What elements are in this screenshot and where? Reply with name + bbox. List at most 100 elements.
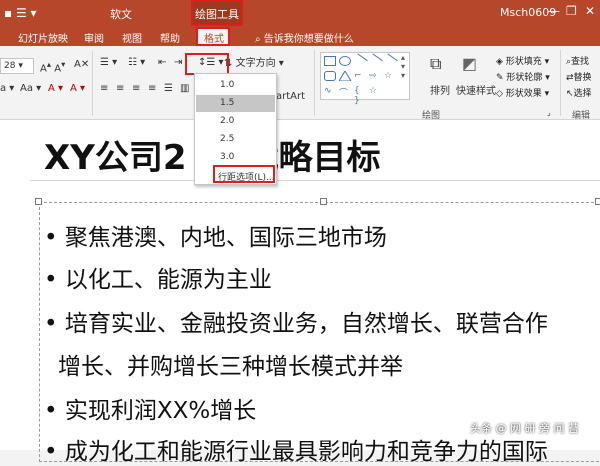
- resize-handle[interactable]: [595, 198, 600, 205]
- shape-outline-button[interactable]: ✎ 形状轮廓 ▾: [496, 70, 550, 83]
- shape-effects-label: 形状效果: [505, 89, 542, 99]
- ribbon-separator: [92, 50, 93, 116]
- arrow-shape-icon[interactable]: [382, 53, 398, 69]
- font-size-box[interactable]: 28 ▾: [0, 58, 34, 74]
- title-bar: ▪ ☰ ▾ 软文 绘图工具 Msch0609 — ❐ ✕: [0, 0, 600, 26]
- ribbon-separator: [560, 50, 561, 116]
- ribbon-tab-bar: 幻灯片放映 审阅 视图 帮助 格式 ⌕ 告诉我你想要做什么: [0, 26, 600, 46]
- font-size-value: 28: [4, 61, 16, 71]
- highlight-color-icon[interactable]: A ▾: [48, 83, 63, 94]
- bullet-text: 以化工、能源为主业: [64, 267, 272, 293]
- replace-label: 替换: [573, 73, 592, 83]
- line-spacing-option-selected[interactable]: 1.5: [196, 95, 275, 112]
- increase-font-icon[interactable]: A▴ A▾: [40, 59, 65, 74]
- line-spacing-option[interactable]: 2.0: [196, 113, 275, 130]
- line-spacing-option[interactable]: 2.5: [196, 131, 275, 148]
- arrange-button[interactable]: 排列: [430, 82, 450, 97]
- convert-smartart-button[interactable]: artArt: [276, 91, 305, 102]
- highlight-box-line-spacing: [185, 53, 229, 75]
- cursor-icon: ↖: [566, 89, 574, 99]
- quick-styles-button[interactable]: 快速样式: [456, 82, 496, 97]
- close-icon[interactable]: ✕: [585, 4, 595, 18]
- char-spacing-icon[interactable]: a ▾: [0, 83, 14, 94]
- tell-me-search[interactable]: ⌕ 告诉我你想要做什么: [255, 30, 354, 45]
- freeform-shape-icon[interactable]: ∿: [324, 86, 336, 96]
- text-direction-label: 文字方向: [235, 58, 276, 69]
- title-divider: [30, 180, 600, 181]
- ribbon: 28 ▾ A▴ A▾ A✕ a ▾ Aa ▾ A ▾ A ▾ ☰ ▾ ☷ ▾ ⇤…: [0, 46, 600, 121]
- star-shape-icon[interactable]: ☆: [384, 71, 396, 81]
- tab-view[interactable]: 视图: [122, 30, 142, 45]
- slide-title-left: XY公司2: [44, 138, 187, 178]
- align-right-icon[interactable]: ≡: [132, 83, 140, 94]
- rectangle-shape-icon[interactable]: [324, 56, 336, 66]
- line-spacing-option[interactable]: 3.0: [196, 149, 275, 166]
- find-button[interactable]: ⌕查找: [566, 54, 589, 67]
- bullet-text: 聚焦港澳、内地、国际三地市场: [64, 225, 387, 251]
- restore-icon[interactable]: ❐: [566, 4, 577, 18]
- tab-help[interactable]: 帮助: [160, 30, 180, 45]
- clear-format-icon[interactable]: A✕: [74, 59, 89, 70]
- resize-handle[interactable]: [320, 198, 327, 205]
- font-color-icon[interactable]: A ▾: [70, 83, 85, 94]
- find-label: 查找: [571, 57, 590, 67]
- watermark: 头条 @ 网 研 旁 问 苔: [470, 422, 579, 435]
- rounded-rect-shape-icon[interactable]: [324, 71, 336, 81]
- tab-slide-show[interactable]: 幻灯片放映: [18, 30, 68, 45]
- arrange-icon[interactable]: ⧉: [430, 54, 441, 74]
- replace-button[interactable]: ⇄替换: [566, 70, 592, 83]
- resize-handle[interactable]: [35, 198, 42, 205]
- decrease-indent-icon[interactable]: ⇤: [158, 57, 166, 68]
- justify-icon[interactable]: ≡: [148, 83, 156, 94]
- increase-indent-icon[interactable]: ⇥: [174, 57, 182, 68]
- line-shape-icon[interactable]: [352, 53, 368, 69]
- arrow-shape-icon[interactable]: [367, 53, 383, 69]
- more-shapes-icon[interactable]: ☆: [369, 86, 381, 96]
- brace-shape-icon[interactable]: { }: [354, 86, 366, 106]
- document-title: 软文: [110, 8, 132, 21]
- bullet-item: • 聚焦港澳、内地、国际三地市场: [44, 225, 387, 251]
- bullet-text: 实现利润XX%增长: [64, 398, 257, 424]
- align-center-icon[interactable]: ≡: [116, 83, 124, 94]
- select-button[interactable]: ↖选择: [566, 86, 592, 99]
- quick-styles-icon[interactable]: ◩: [462, 54, 477, 73]
- paint-bucket-icon: ◈: [496, 57, 503, 67]
- right-arrow-shape-icon[interactable]: ⇨: [369, 71, 381, 81]
- pen-icon: ✎: [496, 73, 504, 83]
- bullet-text: 培育实业、金融投资业务，自然增长、联营合作: [64, 311, 548, 337]
- oval-shape-icon[interactable]: [339, 56, 351, 66]
- bullet-item: • 以化工、能源为主业: [44, 267, 272, 293]
- text-direction-button[interactable]: ⇅ 文字方向 ▾: [224, 54, 284, 69]
- shape-effects-button[interactable]: ◇ 形状效果 ▾: [496, 86, 549, 99]
- quick-access-toolbar[interactable]: ▪ ☰ ▾: [4, 6, 37, 20]
- highlight-box-drawing-tools: [191, 0, 243, 26]
- bullets-icon[interactable]: ☰ ▾: [100, 57, 117, 68]
- triangle-shape-icon[interactable]: [338, 70, 352, 82]
- tell-me-text: 告诉我你想要做什么: [263, 34, 354, 45]
- replace-icon: ⇄: [566, 73, 574, 83]
- distribute-icon[interactable]: ☰: [164, 83, 173, 94]
- align-left-icon[interactable]: ≡: [100, 83, 108, 94]
- shapes-gallery[interactable]: ⌐ ⇨ ☆ ∿ ⌒ { } ☆ ▴ ▾ ▾: [320, 52, 410, 106]
- tab-review[interactable]: 审阅: [84, 30, 104, 45]
- numbering-icon[interactable]: ☷ ▾: [128, 57, 145, 68]
- bullet-item: • 培育实业、金融投资业务，自然增长、联营合作: [44, 311, 548, 337]
- shape-fill-button[interactable]: ◈ 形状填充 ▾: [496, 54, 549, 67]
- change-case-icon[interactable]: Aa ▾: [20, 83, 41, 94]
- select-label: 选择: [573, 89, 592, 99]
- curve-shape-icon[interactable]: ⌒: [339, 86, 351, 99]
- search-icon: ⌕: [255, 34, 261, 45]
- highlight-box-line-spacing-options: [213, 165, 275, 183]
- ribbon-separator: [314, 50, 315, 116]
- shape-outline-label: 形状轮廓: [506, 73, 543, 83]
- gallery-scroll-icon[interactable]: ▴ ▾ ▾: [401, 53, 405, 80]
- bullet-item: • 实现利润XX%增长: [44, 398, 257, 424]
- highlight-box-format-tab: [196, 27, 230, 46]
- minimize-icon[interactable]: —: [548, 4, 560, 18]
- group-launcher-icon[interactable]: ⌟: [547, 108, 551, 117]
- shape-fill-label: 形状填充: [505, 57, 542, 67]
- columns-icon[interactable]: ▥: [180, 83, 189, 94]
- effects-icon: ◇: [496, 89, 503, 99]
- elbow-connector-icon[interactable]: ⌐: [354, 71, 366, 81]
- line-spacing-option[interactable]: 1.0: [196, 77, 275, 94]
